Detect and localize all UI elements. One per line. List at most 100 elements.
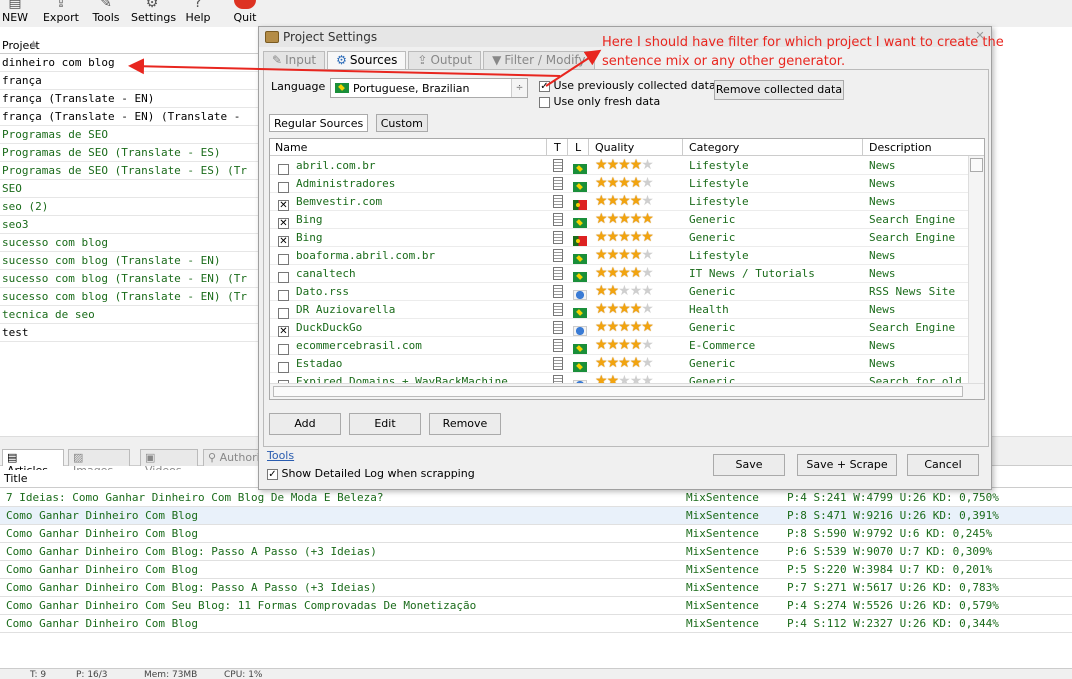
document-icon[interactable] [553, 177, 563, 190]
source-row[interactable]: Administradores ★★★★★ Lifestyle News [270, 175, 970, 193]
use-fresh-option[interactable]: Use only fresh data [539, 95, 660, 108]
tab-sources[interactable]: ⚙ Sources [327, 51, 407, 69]
use-previous-checkbox[interactable]: ✓ [539, 80, 550, 92]
document-icon[interactable] [553, 267, 563, 280]
edit-source-button[interactable]: Edit [349, 413, 421, 435]
project-row[interactable]: tecnica de seo [0, 306, 260, 324]
article-row[interactable]: 7 Ideias: Como Ganhar Dinheiro Com Blog … [0, 489, 1072, 507]
source-row[interactable]: ✕ Bing ★★★★★ Generic Search Engine [270, 229, 970, 247]
source-row[interactable]: ✕ Bing ★★★★★ Generic Search Engine [270, 211, 970, 229]
tab-output[interactable]: ⇪ Output [408, 51, 482, 69]
tab-input[interactable]: ✎ Input [263, 51, 326, 69]
tab-regular-sources[interactable]: Regular Sources [269, 114, 369, 132]
document-icon[interactable] [553, 339, 563, 352]
source-row[interactable]: boaforma.abril.com.br ★★★★★ Lifestyle News [270, 247, 970, 265]
article-row[interactable]: Como Ganhar Dinheiro Com Seu Blog: 11 Fo… [0, 597, 1072, 615]
article-row[interactable]: Como Ganhar Dinheiro Com Blog MixSentence… [0, 615, 1072, 633]
source-checkbox[interactable]: ✕ [278, 235, 289, 247]
col-category[interactable]: Category [689, 141, 739, 154]
source-row[interactable]: DR Auziovarella ★★★★★ Health News [270, 301, 970, 319]
project-row[interactable]: Programas de SEO (Translate - ES) (Tr [0, 162, 260, 180]
tab-videos[interactable]: ▣ Videos [140, 449, 198, 477]
export-button[interactable]: ⇪ Export [42, 0, 80, 27]
document-icon[interactable] [553, 213, 563, 226]
save-button[interactable]: Save [713, 454, 785, 476]
project-row[interactable]: Programas de SEO (Translate - ES) [0, 144, 260, 162]
project-row[interactable]: seo (2) [0, 198, 260, 216]
source-checkbox[interactable] [278, 181, 289, 193]
tools-button[interactable]: ✎ Tools [90, 0, 122, 27]
remove-collected-button[interactable]: Remove collected data [714, 80, 844, 100]
source-checkbox[interactable] [278, 361, 289, 373]
project-column-header[interactable]: Project ▲ [0, 37, 260, 54]
use-previous-option[interactable]: ✓ Use previously collected data [539, 79, 716, 92]
col-name[interactable]: Name [275, 141, 307, 154]
col-description[interactable]: Description [869, 141, 932, 154]
document-icon[interactable] [553, 249, 563, 262]
source-checkbox[interactable] [278, 289, 289, 301]
document-icon[interactable] [553, 321, 563, 334]
source-row[interactable]: ✕ DuckDuckGo ★★★★★ Generic Search Engine [270, 319, 970, 337]
source-checkbox[interactable]: ✕ [278, 199, 289, 211]
project-row[interactable]: frança (Translate - EN) (Translate - [0, 108, 260, 126]
source-checkbox[interactable]: ✕ [278, 217, 289, 229]
project-row[interactable]: sucesso com blog (Translate - EN) [0, 252, 260, 270]
source-row[interactable]: Estadao ★★★★★ Generic News [270, 355, 970, 373]
tab-articles[interactable]: ▤ Articles [2, 449, 64, 477]
source-checkbox[interactable] [278, 271, 289, 283]
source-row[interactable]: canaltech ★★★★★ IT News / Tutorials News [270, 265, 970, 283]
detail-log-option[interactable]: ✓ Show Detailed Log when scrapping [267, 467, 475, 480]
tools-link[interactable]: Tools [267, 449, 294, 462]
project-row[interactable]: sucesso com blog (Translate - EN) (Tr [0, 288, 260, 306]
help-button[interactable]: ? Help [184, 0, 212, 27]
project-row[interactable]: frança (Translate - EN) [0, 90, 260, 108]
tab-authority[interactable]: ⚲ Authori [203, 449, 260, 466]
document-icon[interactable] [553, 195, 563, 208]
document-icon[interactable] [553, 231, 563, 244]
project-row[interactable]: Programas de SEO [0, 126, 260, 144]
project-row[interactable]: frança [0, 72, 260, 90]
source-row[interactable]: Dato.rss ★★★★★ Generic RSS News Site [270, 283, 970, 301]
article-row[interactable]: Como Ganhar Dinheiro Com Blog MixSentence… [0, 525, 1072, 543]
horizontal-scrollbar[interactable] [270, 383, 984, 399]
document-icon[interactable] [553, 285, 563, 298]
source-row[interactable]: abril.com.br ★★★★★ Lifestyle News [270, 157, 970, 175]
new-button[interactable]: ▤ NEW [0, 0, 30, 27]
article-row[interactable]: Como Ganhar Dinheiro Com Blog: Passo A P… [0, 579, 1072, 597]
language-select[interactable]: Portuguese, Brazilian ÷ [330, 78, 528, 98]
use-fresh-checkbox[interactable] [539, 96, 550, 108]
detail-log-checkbox[interactable]: ✓ [267, 468, 278, 480]
project-row[interactable]: test [0, 324, 260, 342]
tab-images[interactable]: ▨ Images [68, 449, 130, 477]
document-icon[interactable] [553, 159, 563, 172]
col-l[interactable]: L [575, 141, 581, 154]
remove-source-button[interactable]: Remove [429, 413, 501, 435]
project-row[interactable]: seo3 [0, 216, 260, 234]
source-checkbox[interactable] [278, 253, 289, 265]
project-row[interactable]: sucesso com blog [0, 234, 260, 252]
cancel-button[interactable]: Cancel [907, 454, 979, 476]
col-quality[interactable]: Quality [595, 141, 634, 154]
hscroll-thumb[interactable] [273, 386, 963, 397]
source-row[interactable]: ✕ Bemvestir.com ★★★★★ Lifestyle News [270, 193, 970, 211]
source-checkbox[interactable]: ✕ [278, 325, 289, 337]
quit-button[interactable]: Quit [230, 0, 260, 27]
source-checkbox[interactable] [278, 307, 289, 319]
article-row[interactable]: Como Ganhar Dinheiro Com Blog: Passo A P… [0, 543, 1072, 561]
project-row[interactable]: sucesso com blog (Translate - EN) (Tr [0, 270, 260, 288]
article-row[interactable]: Como Ganhar Dinheiro Com Blog MixSentence… [0, 561, 1072, 579]
document-icon[interactable] [553, 303, 563, 316]
document-icon[interactable] [553, 357, 563, 370]
tab-custom[interactable]: Custom [375, 114, 428, 132]
tab-filter[interactable]: ▼ Filter / Modify [483, 51, 595, 69]
source-row[interactable]: ecommercebrasil.com ★★★★★ E-Commerce News [270, 337, 970, 355]
article-row[interactable]: Como Ganhar Dinheiro Com Blog MixSentence… [0, 507, 1072, 525]
vertical-scrollbar[interactable] [968, 156, 984, 384]
project-row[interactable]: dinheiro com blog [0, 54, 260, 72]
add-source-button[interactable]: Add [269, 413, 341, 435]
settings-button[interactable]: ⚙ Settings [131, 0, 176, 27]
source-checkbox[interactable] [278, 163, 289, 175]
project-row[interactable]: SEO [0, 180, 260, 198]
scroll-thumb[interactable] [970, 158, 983, 172]
source-checkbox[interactable] [278, 343, 289, 355]
